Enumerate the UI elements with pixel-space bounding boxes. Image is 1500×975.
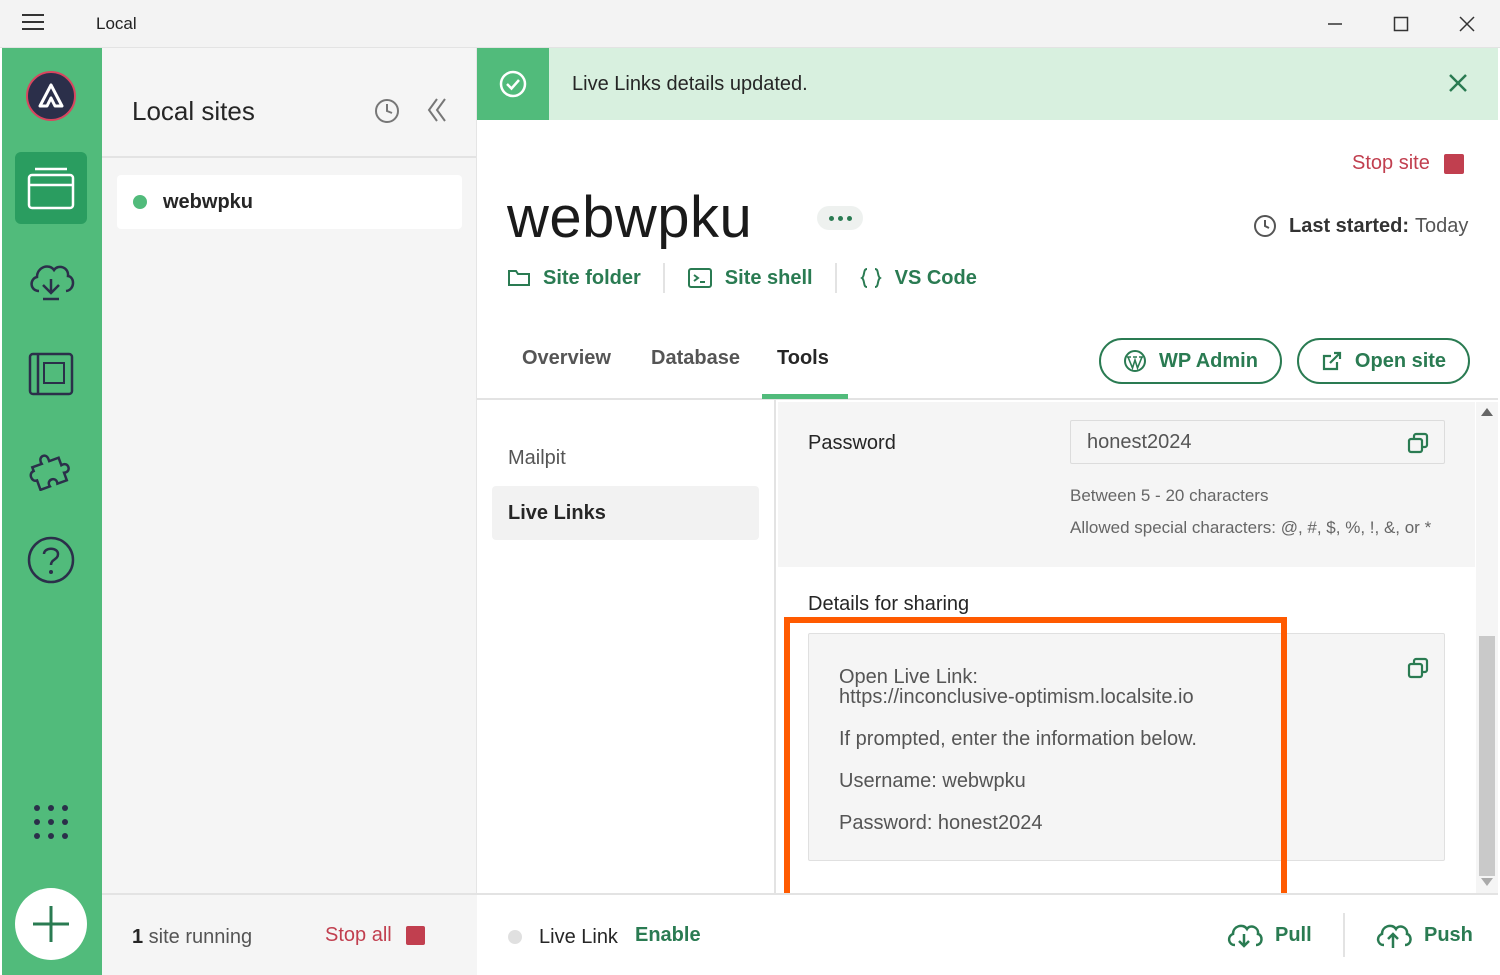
stop-site-button[interactable]: Stop site	[1352, 152, 1464, 175]
site-tabs: Overview Database Tools WP Admin Open si…	[477, 330, 1498, 400]
password-chars-hint: Allowed special characters: @, #, $, %, …	[1070, 518, 1432, 537]
copy-sharing-details-icon[interactable]	[1406, 656, 1430, 685]
copy-password-icon[interactable]	[1406, 431, 1430, 461]
password-input[interactable]: honest2024	[1070, 420, 1445, 464]
stop-icon	[405, 926, 425, 945]
wordpress-icon	[1124, 350, 1147, 372]
stop-all-button[interactable]: Stop all	[325, 924, 425, 947]
tools-nav-live-links[interactable]: Live Links	[492, 486, 759, 540]
tab-overview[interactable]: Overview	[522, 347, 611, 370]
collapse-sidebar-icon[interactable]	[425, 96, 449, 129]
blueprints-icon[interactable]	[15, 338, 87, 410]
stop-icon	[1443, 153, 1464, 174]
site-running-indicator	[133, 195, 147, 209]
success-toast: Live Links details updated.	[477, 48, 1498, 120]
add-ons-icon[interactable]	[15, 430, 87, 502]
site-folder-link[interactable]: Site folder	[507, 267, 641, 290]
sites-running-count: 1 site running	[132, 926, 253, 948]
password-label: Password	[808, 432, 896, 454]
tab-tools[interactable]: Tools	[777, 347, 829, 370]
add-site-button[interactable]	[15, 888, 87, 960]
minimize-button[interactable]	[1312, 8, 1358, 40]
local-sites-nav-icon[interactable]	[15, 152, 87, 224]
site-title: webwpku	[507, 185, 753, 250]
password-section: Password honest2024 Between 5 - 20 chara…	[778, 402, 1475, 567]
tab-database[interactable]: Database	[651, 347, 740, 370]
close-button[interactable]	[1444, 8, 1490, 40]
annotation-highlight-box	[784, 617, 1287, 894]
wp-admin-button[interactable]: WP Admin	[1099, 338, 1282, 384]
check-circle-icon	[477, 48, 549, 120]
live-links-panel: Password honest2024 Between 5 - 20 chara…	[778, 402, 1478, 894]
sites-panel-footer: 1 site running Stop all	[102, 893, 477, 975]
scroll-down-arrow-icon[interactable]	[1481, 878, 1493, 886]
site-footer: Live Link Enable Pull Push	[477, 893, 1498, 975]
site-more-options-button[interactable]	[817, 206, 863, 230]
last-started: Last started: Today	[1253, 214, 1468, 238]
clock-icon	[1254, 215, 1276, 237]
sites-panel: Local sites webwpku 1 site running Stop …	[102, 48, 477, 975]
site-list-item[interactable]: webwpku	[117, 175, 462, 229]
site-detail: Live Links details updated. Stop site we…	[477, 48, 1498, 975]
push-button[interactable]: Push	[1374, 919, 1473, 951]
title-bar: Local	[0, 0, 1500, 48]
vs-code-link[interactable]: VS Code	[859, 266, 977, 290]
apps-grid-icon[interactable]	[15, 786, 87, 858]
tools-nav: Mailpit Live Links	[477, 400, 776, 894]
pull-button[interactable]: Pull	[1225, 919, 1312, 951]
terminal-icon	[687, 268, 712, 288]
panel-scrollbar[interactable]	[1476, 402, 1498, 894]
active-tab-indicator	[762, 394, 848, 399]
maximize-button[interactable]	[1378, 8, 1424, 40]
sites-panel-header: Local sites	[102, 48, 476, 158]
password-length-hint: Between 5 - 20 characters	[1070, 486, 1269, 505]
site-quick-links: Site folder Site shell VS Code	[507, 263, 977, 293]
toast-message: Live Links details updated.	[572, 73, 808, 95]
live-link-label: Live Link	[539, 926, 618, 948]
cloud-backups-icon[interactable]	[15, 244, 87, 316]
local-logo-icon[interactable]	[26, 71, 76, 121]
external-link-icon	[1322, 351, 1342, 371]
live-link-status-indicator	[508, 930, 522, 944]
live-link-enable-button[interactable]: Enable	[635, 924, 701, 947]
site-shell-link[interactable]: Site shell	[687, 267, 813, 290]
cloud-download-icon	[1227, 924, 1263, 948]
help-icon[interactable]	[15, 524, 87, 596]
open-site-button[interactable]: Open site	[1297, 338, 1470, 384]
tools-nav-mailpit[interactable]: Mailpit	[492, 431, 759, 485]
dismiss-toast-icon[interactable]	[1447, 72, 1469, 99]
menu-icon[interactable]	[22, 14, 44, 34]
cloud-upload-icon	[1376, 924, 1412, 948]
scrollbar-thumb[interactable]	[1479, 636, 1495, 876]
curly-braces-icon	[859, 268, 882, 288]
history-icon[interactable]	[374, 98, 400, 129]
password-value: honest2024	[1087, 431, 1192, 453]
scroll-up-arrow-icon[interactable]	[1481, 408, 1493, 416]
sites-panel-title: Local sites	[132, 96, 255, 126]
folder-icon	[508, 270, 530, 286]
site-list-item-name: webwpku	[163, 190, 254, 213]
sharing-label: Details for sharing	[808, 593, 970, 615]
app-rail	[2, 48, 102, 975]
app-title: Local	[96, 14, 137, 33]
